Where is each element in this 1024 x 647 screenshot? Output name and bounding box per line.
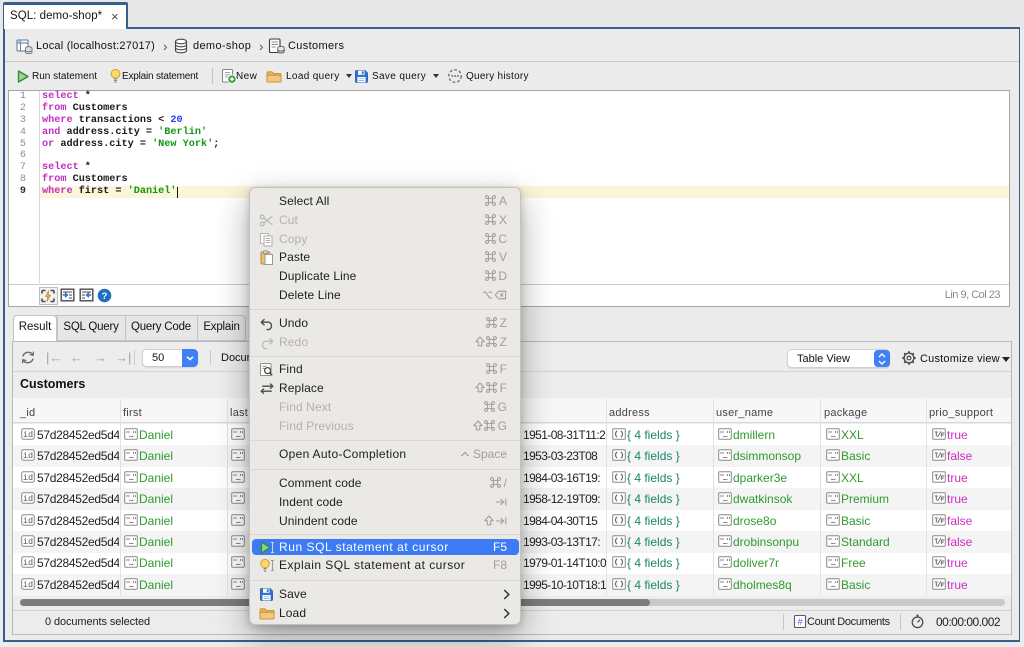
svg-text:#: # <box>797 617 802 627</box>
svg-text:id: id <box>23 516 33 526</box>
svg-text:id: id <box>23 580 33 590</box>
svg-text:id: id <box>23 451 33 461</box>
svg-text:id: id <box>23 537 33 547</box>
svg-text:?: ? <box>102 291 108 302</box>
svg-text:id: id <box>23 473 33 483</box>
svg-text:id: id <box>23 430 33 440</box>
svg-text:id: id <box>23 558 33 568</box>
svg-text:id: id <box>23 494 33 504</box>
